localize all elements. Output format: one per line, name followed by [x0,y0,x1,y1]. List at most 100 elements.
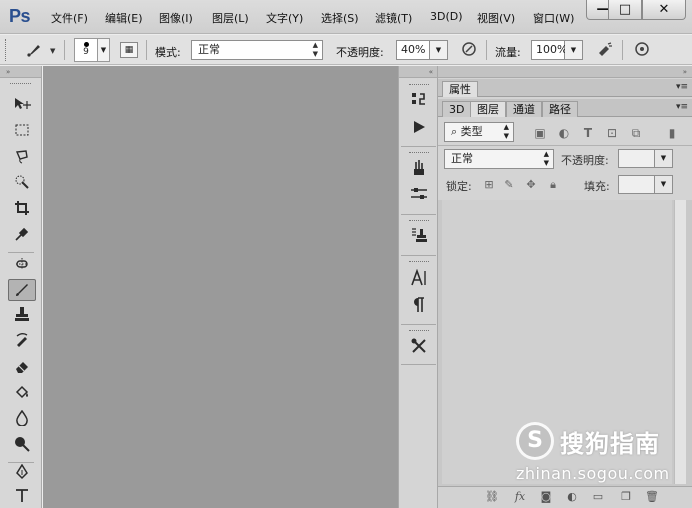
tools-panel-grip[interactable] [10,83,31,85]
paragraph-panel-icon[interactable] [407,297,431,319]
dock-grip[interactable] [409,152,429,154]
link-layers-icon[interactable]: ⛓ [484,490,500,503]
menu-window[interactable]: 窗口(W) [533,10,574,26]
flow-label: 流量: [495,46,521,59]
menu-view[interactable]: 视图(V) [477,10,515,26]
crop-tool-icon[interactable] [8,200,36,222]
tab-channels[interactable]: 通道 [506,101,542,117]
sogou-logo-icon: S [516,422,554,460]
flow-input[interactable]: 100% [531,40,567,60]
blend-mode-row: 正常 ▲ ▼ 不透明度: ▼ [438,146,692,174]
brush-size-preview[interactable]: 9 [74,38,98,62]
actions-play-icon[interactable] [407,118,431,140]
layer-fill-caret[interactable]: ▼ [655,175,673,194]
menu-filter[interactable]: 滤镜(T) [375,10,412,26]
tab-properties[interactable]: 属性 [442,81,478,97]
pen-tool-icon[interactable] [8,463,36,486]
filter-adjustment-icon[interactable]: ◐ [556,126,572,140]
properties-panel-menu-icon[interactable]: ▾≡ [676,82,688,92]
brush-settings-panel-icon[interactable] [407,186,431,208]
character-panel-icon[interactable] [407,268,431,291]
options-divider [64,40,65,60]
layer-opacity-label: 不透明度: [561,154,609,167]
mode-select[interactable]: 正常 ▲ ▼ [191,40,323,60]
brush-tool-icon[interactable] [8,279,36,301]
tool-presets-panel-icon[interactable] [407,337,431,359]
opacity-slider-caret[interactable]: ▼ [430,40,448,60]
spot-healing-tool-icon[interactable] [8,256,36,278]
layer-filter-kind-select[interactable]: ⌕ 类型 ▲ ▼ [444,122,514,142]
dodge-tool-icon[interactable] [8,436,36,458]
filter-type-icon[interactable]: T [580,126,596,140]
filter-smart-object-icon[interactable]: ⧉ [628,126,644,141]
marquee-tool-icon[interactable] [8,122,36,144]
new-group-icon[interactable]: ▭ [590,490,606,503]
lock-label: 锁定: [446,180,472,193]
lasso-tool-icon[interactable] [8,148,36,170]
lock-pixels-icon[interactable]: ✎ [502,178,516,191]
pressure-size-icon[interactable] [632,41,652,59]
filter-toggle-icon[interactable]: ▮ [664,126,680,140]
dock-divider [401,146,436,147]
history-brush-tool-icon[interactable] [8,332,36,354]
filter-pixel-icon[interactable]: ▣ [532,126,548,140]
filter-shape-icon[interactable]: ⊡ [604,126,620,140]
layer-fill-input[interactable] [618,175,655,194]
document-canvas-area[interactable] [43,66,398,508]
flow-slider-caret[interactable]: ▼ [565,40,583,60]
dock-grip[interactable] [409,84,429,86]
close-button[interactable]: ✕ [642,0,686,20]
tab-paths[interactable]: 路径 [542,101,578,117]
menu-layer[interactable]: 图层(L) [212,10,249,26]
layer-opacity-input[interactable] [618,149,655,168]
menu-type[interactable]: 文字(Y) [266,10,303,26]
lock-transparent-icon[interactable]: ⊞ [482,178,496,191]
dock-divider [401,214,436,215]
menu-image[interactable]: 图像(I) [159,10,193,26]
menu-edit[interactable]: 编辑(E) [105,10,143,26]
menu-file[interactable]: 文件(F) [51,10,88,26]
options-bar-grip[interactable] [5,39,8,61]
type-tool-icon[interactable] [8,488,36,508]
panel-group-header[interactable]: » [438,66,692,78]
brush-panel-toggle-icon[interactable]: ▦ [120,42,138,58]
paint-bucket-tool-icon[interactable] [8,384,36,406]
history-panel-icon[interactable] [407,91,431,113]
dock-grip[interactable] [409,220,429,222]
brush-picker-caret[interactable]: ▼ [98,38,110,62]
dock-grip[interactable] [409,261,429,263]
layer-opacity-caret[interactable]: ▼ [655,149,673,168]
properties-tab-row: 属性 ▾≡ [438,79,692,97]
move-tool-icon[interactable] [8,96,36,118]
eyedropper-tool-icon[interactable] [8,226,36,248]
blur-tool-icon[interactable] [8,409,36,432]
brush-tool-preset-icon[interactable] [24,41,44,59]
menu-select[interactable]: 选择(S) [321,10,359,26]
options-divider [486,40,487,60]
eraser-tool-icon[interactable] [8,358,36,380]
layer-style-fx-icon[interactable]: fx [512,490,528,503]
tools-panel-header[interactable]: » [0,66,41,78]
maximize-button[interactable]: □ [608,0,642,20]
add-mask-icon[interactable]: ◙ [538,490,554,503]
lock-all-icon[interactable]: 🔒︎ [546,178,560,192]
clone-stamp-tool-icon[interactable] [8,306,36,328]
tab-3d[interactable]: 3D [442,101,472,117]
airbrush-icon[interactable] [595,41,615,59]
opacity-input[interactable]: 40% [396,40,430,60]
menu-3d[interactable]: 3D(D) [430,10,463,23]
clone-source-panel-icon[interactable] [407,227,431,249]
delete-layer-icon[interactable]: 🗑︎ [644,490,660,503]
new-layer-icon[interactable]: ❐ [618,490,634,503]
layers-panel-menu-icon[interactable]: ▾≡ [676,102,688,112]
brush-presets-panel-icon[interactable] [407,159,431,181]
dock-collapse-header[interactable]: « [399,66,437,78]
lock-position-icon[interactable]: ✥ [524,178,538,191]
adjustment-layer-icon[interactable]: ◐ [564,490,580,503]
quick-selection-tool-icon[interactable] [8,174,36,196]
tab-layers[interactable]: 图层 [470,101,506,117]
tool-preset-caret-icon[interactable]: ▼ [50,47,55,55]
blend-mode-select[interactable]: 正常 ▲ ▼ [444,149,554,169]
dock-grip[interactable] [409,330,429,332]
pressure-opacity-icon[interactable] [459,41,479,59]
